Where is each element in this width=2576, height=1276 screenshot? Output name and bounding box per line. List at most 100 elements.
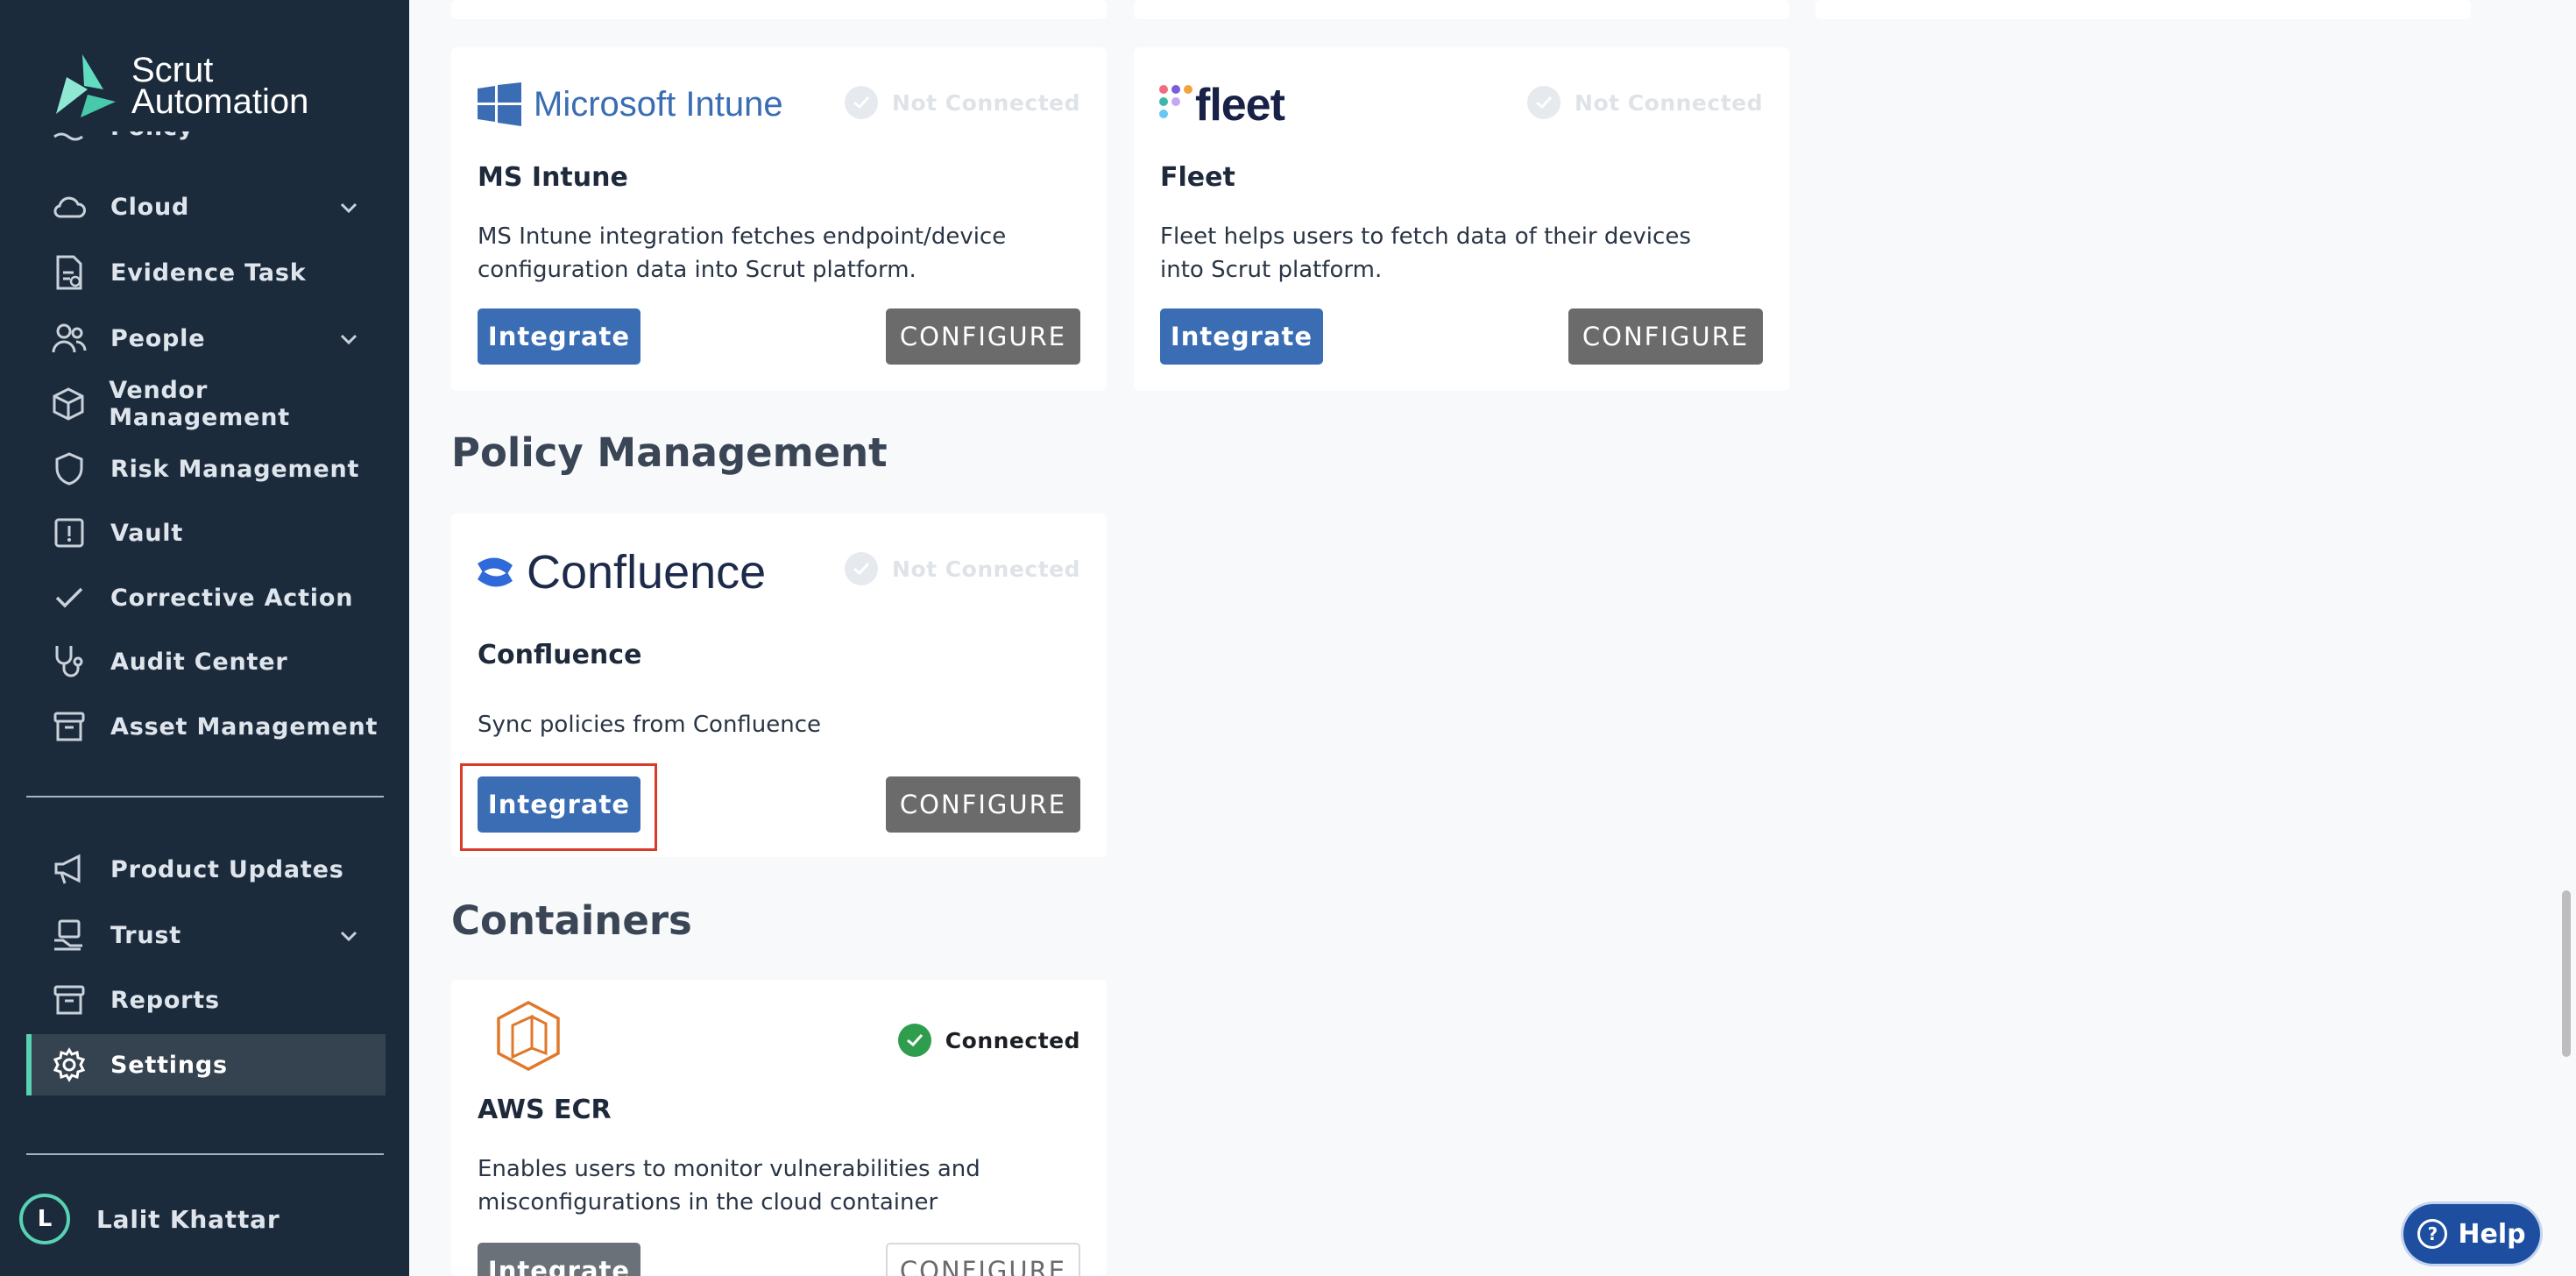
sidebar-item-risk-management[interactable]: Risk Management [26, 438, 386, 500]
people-icon [51, 320, 88, 357]
check-circle-icon [845, 552, 879, 585]
avatar: L [19, 1194, 70, 1244]
section-heading-containers: Containers [451, 897, 692, 944]
integrate-button[interactable]: Integrate [478, 1243, 640, 1276]
box-icon [51, 386, 86, 422]
card-description: Fleet helps users to fetch data of their… [1160, 223, 1691, 283]
highlight-box [460, 763, 657, 851]
sidebar-item-asset-management-label: Asset Management [110, 712, 379, 741]
archive-icon [51, 708, 88, 745]
scrut-logo[interactable]: Scrut Automation [49, 51, 308, 121]
user-name: Lalit Khattar [96, 1204, 280, 1234]
card-title: Confluence [478, 640, 642, 670]
help-label: Help [2458, 1218, 2526, 1250]
megaphone-icon [51, 851, 88, 888]
confluence-icon [478, 557, 513, 587]
chevron-down-icon[interactable] [336, 327, 361, 351]
check-circle-icon [1527, 86, 1561, 119]
card-description: MS Intune integration fetches endpoint/d… [478, 223, 1007, 283]
configure-button[interactable]: CONFIGURE [1568, 308, 1763, 365]
sidebar-item-settings[interactable]: Settings [26, 1034, 386, 1095]
user-profile[interactable]: L Lalit Khattar [19, 1194, 280, 1244]
sidebar-item-reports-label: Reports [110, 986, 220, 1014]
sidebar-item-vendor-management[interactable]: Vendor Management [26, 373, 386, 435]
sidebar-item-settings-label: Settings [110, 1051, 228, 1079]
sidebar-item-people-label: People [110, 324, 206, 352]
sidebar-item-people[interactable]: People [26, 308, 386, 369]
sidebar-item-corrective-action[interactable]: Corrective Action [26, 567, 386, 628]
ms-intune-logo: Microsoft Intune [478, 82, 783, 126]
integration-card-fleet: fleet Not Connected Fleet Fleet helps us… [1134, 47, 1789, 391]
sidebar: Scrut Automation Policy Cloud Evidence T… [0, 0, 409, 1276]
sidebar-item-policy-partial[interactable]: Policy [51, 131, 384, 158]
sidebar-divider [26, 1153, 384, 1155]
sidebar-divider [26, 796, 384, 798]
integration-card-partial [451, 0, 1107, 19]
sidebar-item-vault-label: Vault [110, 519, 184, 547]
policy-icon [53, 132, 83, 141]
sidebar-item-vendor-management-label: Vendor Management [109, 377, 290, 431]
fleet-logo-text: fleet [1195, 80, 1285, 131]
gear-icon [51, 1046, 88, 1083]
integration-card-partial [1134, 0, 1789, 19]
status-badge: Not Connected [845, 86, 1080, 119]
sidebar-item-trust[interactable]: Trust [26, 904, 386, 966]
configure-button[interactable]: CONFIGURE [886, 776, 1080, 833]
evidence-icon [51, 254, 88, 291]
card-description: Sync policies from Confluence [478, 712, 822, 738]
trust-icon [51, 917, 88, 953]
integration-card-aws-ecr: Connected AWS ECR Enables users to monit… [451, 980, 1107, 1276]
stethoscope-icon [51, 643, 88, 680]
ms-intune-logo-text: Microsoft Intune [534, 84, 783, 124]
integrate-button[interactable]: Integrate [1160, 308, 1323, 365]
sidebar-item-reports[interactable]: Reports [26, 969, 386, 1031]
sidebar-item-cloud-label: Cloud [110, 193, 190, 221]
section-heading-policy-management: Policy Management [451, 429, 888, 476]
sidebar-item-vault[interactable]: Vault [26, 502, 386, 564]
sidebar-item-evidence-task-label: Evidence Task [110, 259, 307, 287]
sidebar-item-asset-management[interactable]: Asset Management [26, 696, 386, 757]
sidebar-item-risk-management-label: Risk Management [110, 455, 360, 483]
status-badge: Connected [897, 1024, 1080, 1057]
shield-icon [51, 450, 88, 487]
status-badge: Not Connected [1527, 86, 1763, 119]
brand-line2: Automation [131, 82, 309, 121]
windows-icon [478, 82, 521, 126]
scrut-logo-icon [49, 51, 119, 121]
configure-button[interactable]: CONFIGURE [886, 308, 1080, 365]
reports-icon [51, 982, 88, 1018]
sidebar-item-cloud[interactable]: Cloud [26, 176, 386, 237]
integrate-button[interactable]: Integrate [478, 308, 640, 365]
integration-card-ms-intune: Microsoft Intune Not Connected MS Intune… [451, 47, 1107, 391]
card-title: Fleet [1160, 162, 1235, 193]
sidebar-item-product-updates-label: Product Updates [110, 855, 344, 883]
confluence-logo: Confluence [476, 545, 766, 599]
help-button[interactable]: ? Help [2403, 1204, 2540, 1264]
status-text: Connected [945, 1027, 1080, 1053]
cloud-icon [51, 188, 88, 225]
check-icon [51, 579, 88, 616]
sidebar-item-trust-label: Trust [110, 921, 181, 949]
chevron-down-icon[interactable] [336, 924, 361, 948]
configure-button[interactable]: CONFIGURE [886, 1243, 1080, 1276]
brand-line1: Scrut [131, 51, 214, 89]
card-title: MS Intune [478, 162, 628, 193]
sidebar-item-evidence-task[interactable]: Evidence Task [26, 242, 386, 303]
scrollbar-thumb[interactable] [2562, 890, 2571, 1057]
fleet-logo: fleet [1158, 79, 1285, 131]
card-description: Enables users to monitor vulnerabilities… [478, 1156, 980, 1216]
check-circle-icon [897, 1024, 931, 1057]
fleet-dots-icon [1159, 85, 1192, 118]
sidebar-item-policy-label: Policy [110, 131, 194, 141]
chevron-down-icon[interactable] [336, 195, 361, 220]
confluence-logo-text: Confluence [527, 546, 767, 599]
sidebar-item-audit-center[interactable]: Audit Center [26, 631, 386, 692]
sidebar-item-corrective-action-label: Corrective Action [110, 584, 354, 612]
question-icon: ? [2417, 1219, 2448, 1249]
check-circle-icon [845, 86, 879, 119]
status-text: Not Connected [1575, 89, 1763, 116]
sidebar-item-product-updates[interactable]: Product Updates [26, 839, 386, 900]
sidebar-item-audit-center-label: Audit Center [110, 648, 288, 676]
vault-icon [51, 514, 88, 551]
status-text: Not Connected [892, 89, 1080, 116]
